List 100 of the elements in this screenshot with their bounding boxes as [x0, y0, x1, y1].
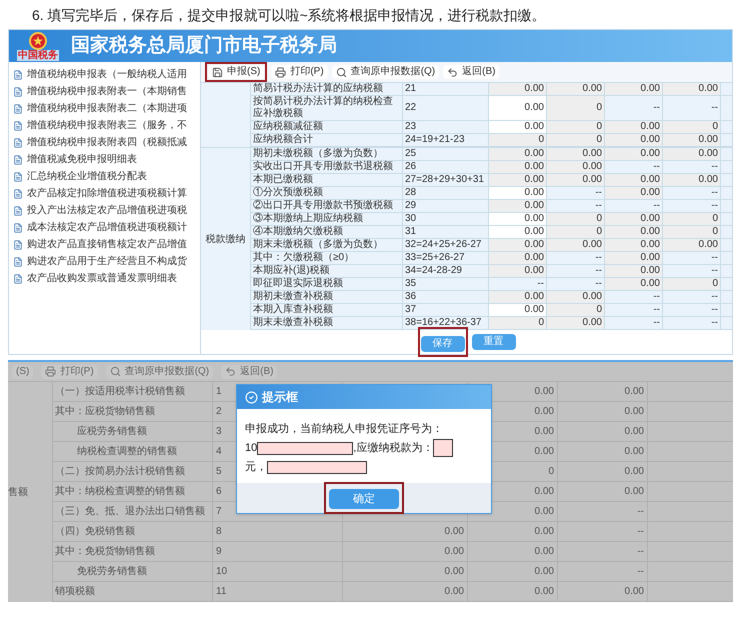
step-caption: 6. 填写完毕后，保存后，提交申报就可以啦~系统将根据申报情况，进行税款扣缴。 — [31, 6, 547, 24]
amount-cell: 0.00 — [547, 174, 605, 186]
back-arrow-icon — [225, 366, 236, 377]
amount-cell[interactable]: 0.00 — [489, 96, 547, 120]
amount-cell: -- — [605, 304, 663, 316]
amount-cell[interactable]: 0.00 — [489, 226, 547, 238]
amount-cell: 0 — [663, 278, 721, 290]
amount-cell: 0 — [547, 134, 605, 146]
amount-cell[interactable]: 0.00 — [489, 304, 547, 316]
printer-icon — [275, 66, 286, 78]
amount-cell: 0.00 — [489, 83, 547, 95]
amount-cell-text: 0.00 — [624, 425, 644, 439]
row-label: 本期应补(退)税额 — [251, 265, 403, 277]
amount-cell: 0.00 — [489, 148, 547, 160]
row-label: （一）按适用税率计税销售额 — [53, 382, 213, 401]
tree-item[interactable]: 增值税纳税申报表附表二（本期进项 — [9, 100, 200, 117]
amount-cell: -- — [489, 278, 547, 290]
amount-cell: -- — [663, 291, 721, 303]
amount-cell: 0.00 — [489, 200, 547, 212]
search-icon — [336, 66, 347, 78]
amount-cell-text: 0.00 — [624, 485, 644, 499]
row-label: 期末未缴查补税额 — [251, 317, 403, 329]
amount-cell: 0.00 — [605, 148, 663, 160]
amount-cell[interactable]: 0.00 — [489, 121, 547, 133]
tree-item[interactable]: 农产品核定扣除增值税进项税额计算 — [9, 185, 200, 202]
save-icon — [212, 66, 223, 78]
amount-cell: 0.00 — [605, 187, 663, 199]
tree-item[interactable]: 增值税纳税申报表附表四（税额抵减 — [9, 134, 200, 151]
toolbar-button[interactable]: 申报(S) — [208, 65, 264, 79]
amount-cell: -- — [605, 200, 663, 212]
back-arrow-icon — [447, 66, 458, 78]
amount-cell: 0 — [547, 96, 605, 120]
row-label: 免税劳务销售额 — [53, 562, 213, 581]
logo-text: 中国税务 — [17, 50, 59, 60]
row-label: 简易计税办法计算的应纳税额 — [251, 83, 403, 95]
tree-item[interactable]: 购进农产品用于生产经营且不构成货 — [9, 253, 200, 270]
tax-label: ,应缴纳税款为： — [353, 440, 434, 456]
amount-cell: -- — [663, 265, 721, 277]
amount-cell-text: 0.00 — [624, 585, 644, 599]
tree-item[interactable]: 农产品收购发票或普通发票明细表 — [9, 270, 200, 287]
amount-cell[interactable]: 0.00 — [489, 187, 547, 199]
amount-cell: 0.00 — [663, 83, 721, 95]
amount-cell: 0.00 — [663, 174, 721, 186]
tree-item[interactable]: 投入产出法核定农产品增值税进项税 — [9, 202, 200, 219]
amount-cell: 0 — [663, 226, 721, 238]
amount-cell: 0.00 — [663, 134, 721, 146]
tree-item[interactable]: 增值税减免税申报明细表 — [9, 151, 200, 168]
amount-cell[interactable]: 0.00 — [489, 213, 547, 225]
amount-cell-text: 0.00 — [534, 405, 554, 419]
amount-cell: 0.00 — [605, 226, 663, 238]
tree-item[interactable]: 汇总纳税企业增值税分配表 — [9, 168, 200, 185]
row-label: 本期已缴税额 — [251, 174, 403, 186]
row-label: （二）按简易办法计税销售额 — [53, 462, 213, 481]
group-label: 税款缴纳 — [206, 232, 246, 246]
amount-cell: 0.00 — [605, 213, 663, 225]
toolbar-button[interactable]: 返回(B) — [443, 65, 500, 79]
currency-unit: 元， — [245, 460, 267, 475]
amount-cell: 0 — [547, 226, 605, 238]
amount-cell: 0.00 — [605, 278, 663, 290]
toolbar-button[interactable]: 查询原申报数据(Q) — [332, 65, 440, 79]
row-label: ③本期缴纳上期应纳税额 — [251, 213, 403, 225]
amount-cell: -- — [605, 161, 663, 173]
document-icon — [13, 222, 23, 232]
document-icon — [13, 172, 23, 182]
tree-item[interactable]: 增值税纳税申报表（一般纳税人适用 — [9, 66, 200, 83]
amount-cell: 0.00 — [547, 148, 605, 160]
amount-cell: -- — [663, 317, 721, 329]
document-icon — [13, 188, 23, 198]
document-icon — [13, 86, 23, 96]
tree-item[interactable]: 成本法核定农产品增值税进项税额计 — [9, 219, 200, 236]
tree-item[interactable]: 增值税纳税申报表附表一（本期销售 — [9, 83, 200, 100]
amount-cell: 0.00 — [547, 317, 605, 329]
tree-item[interactable]: 增值税纳税申报表附表三（服务，不 — [9, 117, 200, 134]
amount-cell: -- — [605, 317, 663, 329]
redaction-box — [433, 439, 454, 457]
amount-cell-text: -- — [637, 505, 644, 519]
tree-item[interactable]: 购进农产品直接销售核定农产品增值 — [9, 236, 200, 253]
row-label: 本期入库查补税额 — [251, 304, 403, 316]
row-label: 销项税额 — [53, 582, 213, 601]
line-number-cell: 11 — [213, 582, 343, 601]
row-label: 其中：欠缴税额（≥0） — [251, 252, 403, 264]
amount-cell: 0.00 — [489, 239, 547, 251]
amount-cell: 0.00 — [489, 252, 547, 264]
row-label: 期末未缴税额（多缴为负数） — [251, 239, 403, 251]
amount-cell-text: -- — [637, 545, 644, 559]
amount-cell: 0 — [547, 304, 605, 316]
amount-cell: 0.00 — [605, 121, 663, 133]
amount-cell-text: -- — [637, 565, 644, 579]
amount-cell: -- — [663, 96, 721, 120]
amount-cell-text: 0.00 — [624, 445, 644, 459]
serial-prefix: 10 — [245, 441, 258, 456]
emblem-icon — [28, 32, 48, 50]
document-icon — [13, 70, 23, 80]
amount-cell-text: 0.00 — [534, 425, 554, 439]
row-label: 其中：应税货物销售额 — [53, 402, 213, 421]
row-label: 应税劳务销售额 — [53, 422, 213, 441]
toolbar-button[interactable]: 查询原申报数据(Q) — [106, 364, 214, 378]
toolbar-button[interactable]: 打印(P) — [271, 65, 328, 79]
amount-cell-text: 0.00 — [534, 545, 554, 559]
amount-cell: 0 — [489, 134, 547, 146]
